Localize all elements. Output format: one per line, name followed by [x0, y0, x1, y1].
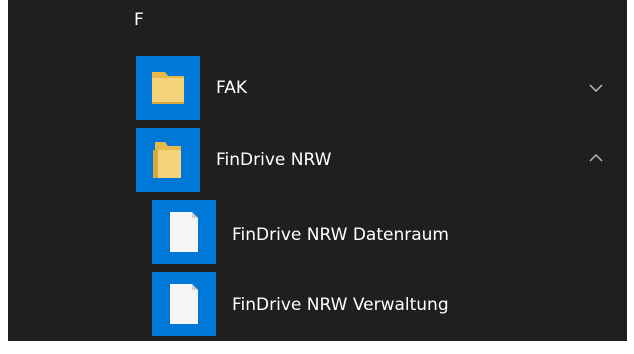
app-list-item-findrive-nrw-verwaltung[interactable]: FinDrive NRW Verwaltung [8, 272, 627, 336]
folder-open-icon [153, 142, 181, 178]
folder-icon [152, 72, 184, 104]
item-label: FinDrive NRW Verwaltung [232, 295, 449, 315]
document-icon [170, 212, 198, 252]
app-list-item-findrive-nrw[interactable]: FinDrive NRW [8, 128, 627, 192]
chevron-up-icon[interactable] [586, 148, 606, 168]
item-label: FinDrive NRW [216, 150, 332, 170]
section-header-f[interactable]: F [134, 10, 144, 30]
app-tile [152, 272, 216, 336]
folder-tile [136, 128, 200, 192]
app-tile [152, 200, 216, 264]
document-icon [170, 284, 198, 324]
item-label: FinDrive NRW Datenraum [232, 225, 449, 245]
start-menu-app-list: F FAK FinDrive NRW FinDrive NRW Datenrau… [8, 0, 627, 341]
chevron-down-icon[interactable] [586, 78, 606, 98]
app-list-item-findrive-nrw-datenraum[interactable]: FinDrive NRW Datenraum [8, 200, 627, 264]
item-label: FAK [216, 78, 247, 98]
folder-tile [136, 56, 200, 120]
app-list-item-fak[interactable]: FAK [8, 56, 627, 120]
